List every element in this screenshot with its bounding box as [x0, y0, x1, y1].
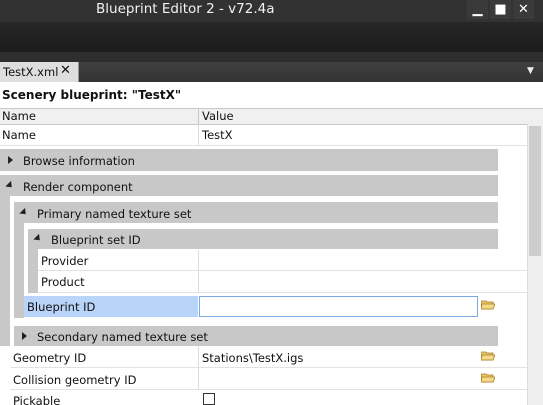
maximize-button[interactable]: ■	[490, 0, 511, 19]
column-header-name[interactable]: Name	[2, 109, 36, 123]
provider-field[interactable]	[199, 251, 497, 270]
group-indent-blueprint-set	[28, 249, 38, 293]
row-label-geometry-id: Geometry ID	[13, 351, 87, 365]
row-label-collision-geometry-id: Collision geometry ID	[13, 373, 137, 387]
group-indent-primary	[14, 223, 24, 318]
row-spacer	[24, 318, 527, 322]
scrollbar-thumb[interactable]	[529, 126, 541, 256]
toolbar-area	[0, 22, 543, 52]
tab-row	[0, 62, 543, 83]
group-indent-render	[0, 196, 10, 346]
column-header-row	[0, 108, 543, 125]
tab-strip-spacer	[0, 52, 543, 62]
table-row	[0, 124, 527, 146]
row-value-geometry-id[interactable]: Stations\TestX.igs	[202, 351, 303, 365]
column-header-value[interactable]: Value	[202, 109, 234, 123]
tab-label: TestX.xml	[3, 65, 59, 79]
row-label-product: Product	[41, 275, 85, 289]
row-value-name[interactable]: TestX	[202, 128, 233, 142]
column-divider	[198, 124, 199, 146]
minimize-button[interactable]: ▁	[467, 0, 488, 19]
tab-dropdown-icon[interactable]: ▼	[527, 66, 534, 76]
tab-close-icon[interactable]: ✕	[60, 63, 71, 78]
folder-open-icon[interactable]	[481, 350, 495, 361]
row-label-provider: Provider	[41, 254, 89, 268]
group-label-primary: Primary named texture set	[37, 207, 192, 221]
row-label-blueprint-id: Blueprint ID	[27, 300, 96, 314]
close-window-button[interactable]: ✕	[513, 0, 534, 19]
table-row: Pickable	[0, 390, 527, 405]
product-field[interactable]	[199, 272, 497, 292]
group-label-browse: Browse information	[23, 154, 135, 168]
blueprint-id-input[interactable]	[199, 296, 478, 317]
folder-open-icon[interactable]	[481, 299, 495, 310]
row-label-partial: Pickable	[13, 394, 61, 405]
group-label-blueprint-set: Blueprint set ID	[51, 233, 141, 247]
column-divider	[198, 346, 199, 368]
row-label-name: Name	[2, 128, 36, 142]
page-title: Scenery blueprint: "TestX"	[2, 88, 182, 102]
expand-arrow-icon[interactable]	[22, 332, 27, 340]
group-label-render: Render component	[23, 180, 133, 194]
tab-testx-xml[interactable]: TestX.xml ✕	[0, 62, 79, 82]
group-label-secondary: Secondary named texture set	[37, 330, 208, 344]
column-splitter[interactable]	[198, 108, 199, 124]
column-divider	[198, 368, 199, 390]
checkbox[interactable]	[203, 393, 215, 405]
window-title: Blueprint Editor 2 - v72.4a	[96, 1, 275, 17]
folder-open-icon[interactable]	[481, 372, 495, 383]
expand-arrow-icon[interactable]	[8, 156, 13, 164]
